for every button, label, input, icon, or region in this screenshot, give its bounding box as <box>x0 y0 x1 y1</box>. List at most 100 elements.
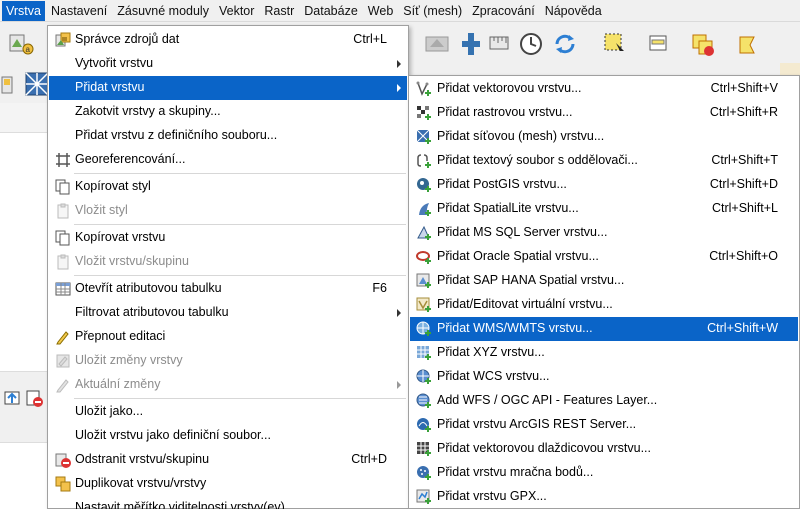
menu-item-add-xyz-layer[interactable]: Přidat XYZ vrstvu... <box>410 341 798 365</box>
menu-item-add-oracle-layer[interactable]: Přidat Oracle Spatial vrstvu... Ctrl+Shi… <box>410 245 798 269</box>
menu-item-add-mesh-layer[interactable]: Přidat síťovou (mesh) vrstvu... <box>410 125 798 149</box>
menu-web[interactable]: Web <box>364 1 397 21</box>
select-by-value-icon[interactable] <box>646 31 672 57</box>
menu-item-current-edits[interactable]: Aktuální změny <box>49 373 407 397</box>
menu-item-add-wfs-layer[interactable]: Add WFS / OGC API - Features Layer... <box>410 389 798 413</box>
add-vector-layer-icon <box>416 81 431 96</box>
menu-item-add-wms-layer[interactable]: Přidat WMS/WMTS vrstvu... Ctrl+Shift+W <box>410 317 798 341</box>
menu-plugins[interactable]: Zásuvné moduly <box>113 1 213 21</box>
submenu-arrow-icon <box>397 60 401 68</box>
menu-item-add-hana-layer[interactable]: Přidat SAP HANA Spatial vrstvu... <box>410 269 798 293</box>
menu-item-label: Uložit změny vrstvy <box>75 353 183 367</box>
menu-item-remove-layer[interactable]: Odstranit vrstvu/skupinu Ctrl+D <box>49 448 407 472</box>
refresh-icon[interactable] <box>552 31 578 57</box>
menu-item-label: Zakotvit vrstvy a skupiny... <box>75 104 221 118</box>
menu-item-label: Přidat textový soubor s oddělovači... <box>437 153 638 167</box>
add-postgis-layer-icon <box>417 178 431 192</box>
add-hana-layer-icon <box>416 273 431 288</box>
add-wfs-layer-icon <box>416 393 431 408</box>
add-delimited-text-icon <box>417 154 431 168</box>
shortcut-label: Ctrl+Shift+L <box>711 201 778 215</box>
menu-item-add-arcgis-rest-layer[interactable]: Přidat vrstvu ArcGIS REST Server... <box>410 413 798 437</box>
menu-item-add-virtual-layer[interactable]: Přidat/Editovat virtuální vrstvu... <box>410 293 798 317</box>
layer-style-icon[interactable]: a <box>8 31 34 57</box>
menu-item-filter-attribute-table[interactable]: Filtrovat atributovou tabulku <box>49 301 407 325</box>
deselect-icon[interactable] <box>690 31 716 57</box>
menu-item-save-edits[interactable]: Uložit změny vrstvy <box>49 349 407 373</box>
menu-raster[interactable]: Rastr <box>260 1 298 21</box>
menu-processing[interactable]: Zpracování <box>468 1 539 21</box>
menu-item-save-as[interactable]: Uložit jako... <box>49 400 407 424</box>
select-rect-icon[interactable] <box>602 31 628 57</box>
select-location-icon[interactable] <box>736 31 762 57</box>
shortcut-label: F6 <box>372 281 387 295</box>
menu-item-label: Vytvořit vrstvu <box>75 56 154 70</box>
menu-item-paste-style[interactable]: Vložit styl <box>49 199 407 223</box>
add-layer-icon[interactable] <box>0 73 26 99</box>
menu-item-label: Přidat MS SQL Server vrstvu... <box>437 225 608 239</box>
menu-item-add-layer[interactable]: Přidat vrstvu <box>49 76 407 100</box>
menu-item-copy-layer[interactable]: Kopírovat vrstvu <box>49 226 407 250</box>
add-virtual-layer-icon <box>416 297 431 312</box>
menu-item-georeferencer[interactable]: Georeferencování... <box>49 148 407 172</box>
menu-item-label: Odstranit vrstvu/skupinu <box>75 452 210 466</box>
menu-database[interactable]: Databáze <box>300 1 362 21</box>
add-wms-layer-icon <box>416 321 431 336</box>
clock-icon[interactable] <box>518 31 544 57</box>
shortcut-label: Ctrl+Shift+W <box>707 321 778 335</box>
shortcut-label: Ctrl+Shift+T <box>711 153 778 167</box>
menu-item-open-attribute-table[interactable]: Otevřít atributovou tabulku F6 <box>49 277 407 301</box>
menu-item-add-mssql-layer[interactable]: Přidat MS SQL Server vrstvu... <box>410 221 798 245</box>
menu-item-add-vector-tile-layer[interactable]: Přidat vektorovou dlaždicovou vrstvu... <box>410 437 798 461</box>
menu-item-label: Duplikovat vrstvu/vrstvy <box>75 476 207 490</box>
menu-item-label: Nastavit měřítko viditelnosti vrstvy(ev) <box>75 500 285 509</box>
menu-item-label: Vložit vrstvu/skupinu <box>75 254 189 268</box>
paste-style-icon <box>57 203 69 219</box>
remove-icon[interactable] <box>24 388 44 408</box>
add-wcs-layer-icon <box>416 369 431 384</box>
menu-item-add-vector-layer[interactable]: Přidat vektorovou vrstvu... Ctrl+Shift+V <box>410 77 798 101</box>
select-features-icon[interactable] <box>460 31 486 57</box>
menu-item-label: Filtrovat atributovou tabulku <box>75 305 229 319</box>
menu-item-label: Přidat vektorovou dlaždicovou vrstvu... <box>437 441 651 455</box>
menu-item-label: Přidat WMS/WMTS vrstvu... <box>437 321 593 335</box>
add-selected-icon[interactable] <box>2 388 22 408</box>
menu-item-create-layer[interactable]: Vytvořit vrstvu <box>49 52 407 76</box>
menu-settings[interactable]: Nastavení <box>47 1 111 21</box>
menu-item-data-source-manager[interactable]: Správce zdrojů dat Ctrl+L <box>49 28 407 52</box>
menu-item-embed-layers[interactable]: Zakotvit vrstvy a skupiny... <box>49 100 407 124</box>
menu-item-label: Přidat SAP HANA Spatial vrstvu... <box>437 273 625 287</box>
menu-item-add-point-cloud-layer[interactable]: Přidat vrstvu mračna bodů... <box>410 461 798 485</box>
measure-icon[interactable] <box>486 31 512 57</box>
menu-item-copy-style[interactable]: Kopírovat styl <box>49 175 407 199</box>
menu-item-label: Přidat vrstvu ArcGIS REST Server... <box>437 417 637 431</box>
menu-item-label: Přidat/Editovat virtuální vrstvu... <box>437 297 613 311</box>
secondary-toolbar <box>0 63 49 103</box>
add-point-cloud-layer-icon <box>417 466 431 480</box>
menu-item-add-wcs-layer[interactable]: Přidat WCS vrstvu... <box>410 365 798 389</box>
identify-icon[interactable] <box>424 31 450 57</box>
menu-item-add-gpx-layer[interactable]: Přidat vrstvu GPX... <box>410 485 798 509</box>
menu-item-save-as-definition[interactable]: Uložit vrstvu jako definiční soubor... <box>49 424 407 448</box>
remove-layer-icon <box>55 453 71 468</box>
menu-item-duplicate-layer[interactable]: Duplikovat vrstvu/vrstvy <box>49 472 407 496</box>
add-raster-layer-icon <box>417 106 431 120</box>
menu-item-toggle-editing[interactable]: Přepnout editaci <box>49 325 407 349</box>
menu-help[interactable]: Nápověda <box>541 1 606 21</box>
menu-item-paste-layer[interactable]: Vložit vrstvu/skupinu <box>49 250 407 274</box>
menu-mesh[interactable]: Síť (mesh) <box>399 1 466 21</box>
add-xyz-layer-icon <box>417 346 431 360</box>
menu-vector[interactable]: Vektor <box>215 1 258 21</box>
menu-layer[interactable]: Vrstva <box>2 0 45 21</box>
menu-item-add-raster-layer[interactable]: Přidat rastrovou vrstvu... Ctrl+Shift+R <box>410 101 798 125</box>
submenu-arrow-icon <box>397 309 401 317</box>
submenu-arrow-icon <box>397 84 401 92</box>
menu-item-add-delimited-text[interactable]: Přidat textový soubor s oddělovači... Ct… <box>410 149 798 173</box>
menu-item-add-spatialite-layer[interactable]: Přidat SpatialLite vrstvu... Ctrl+Shift+… <box>410 197 798 221</box>
submenu-arrow-icon <box>397 381 401 389</box>
menu-item-add-postgis-layer[interactable]: Přidat PostGIS vrstvu... Ctrl+Shift+D <box>410 173 798 197</box>
menu-item-add-from-definition[interactable]: Přidat vrstvu z definičního souboru... <box>49 124 407 148</box>
menu-item-set-scale-visibility[interactable]: Nastavit měřítko viditelnosti vrstvy(ev) <box>49 496 407 509</box>
copy-layer-icon <box>55 230 70 246</box>
menu-item-label: Uložit jako... <box>75 404 144 418</box>
